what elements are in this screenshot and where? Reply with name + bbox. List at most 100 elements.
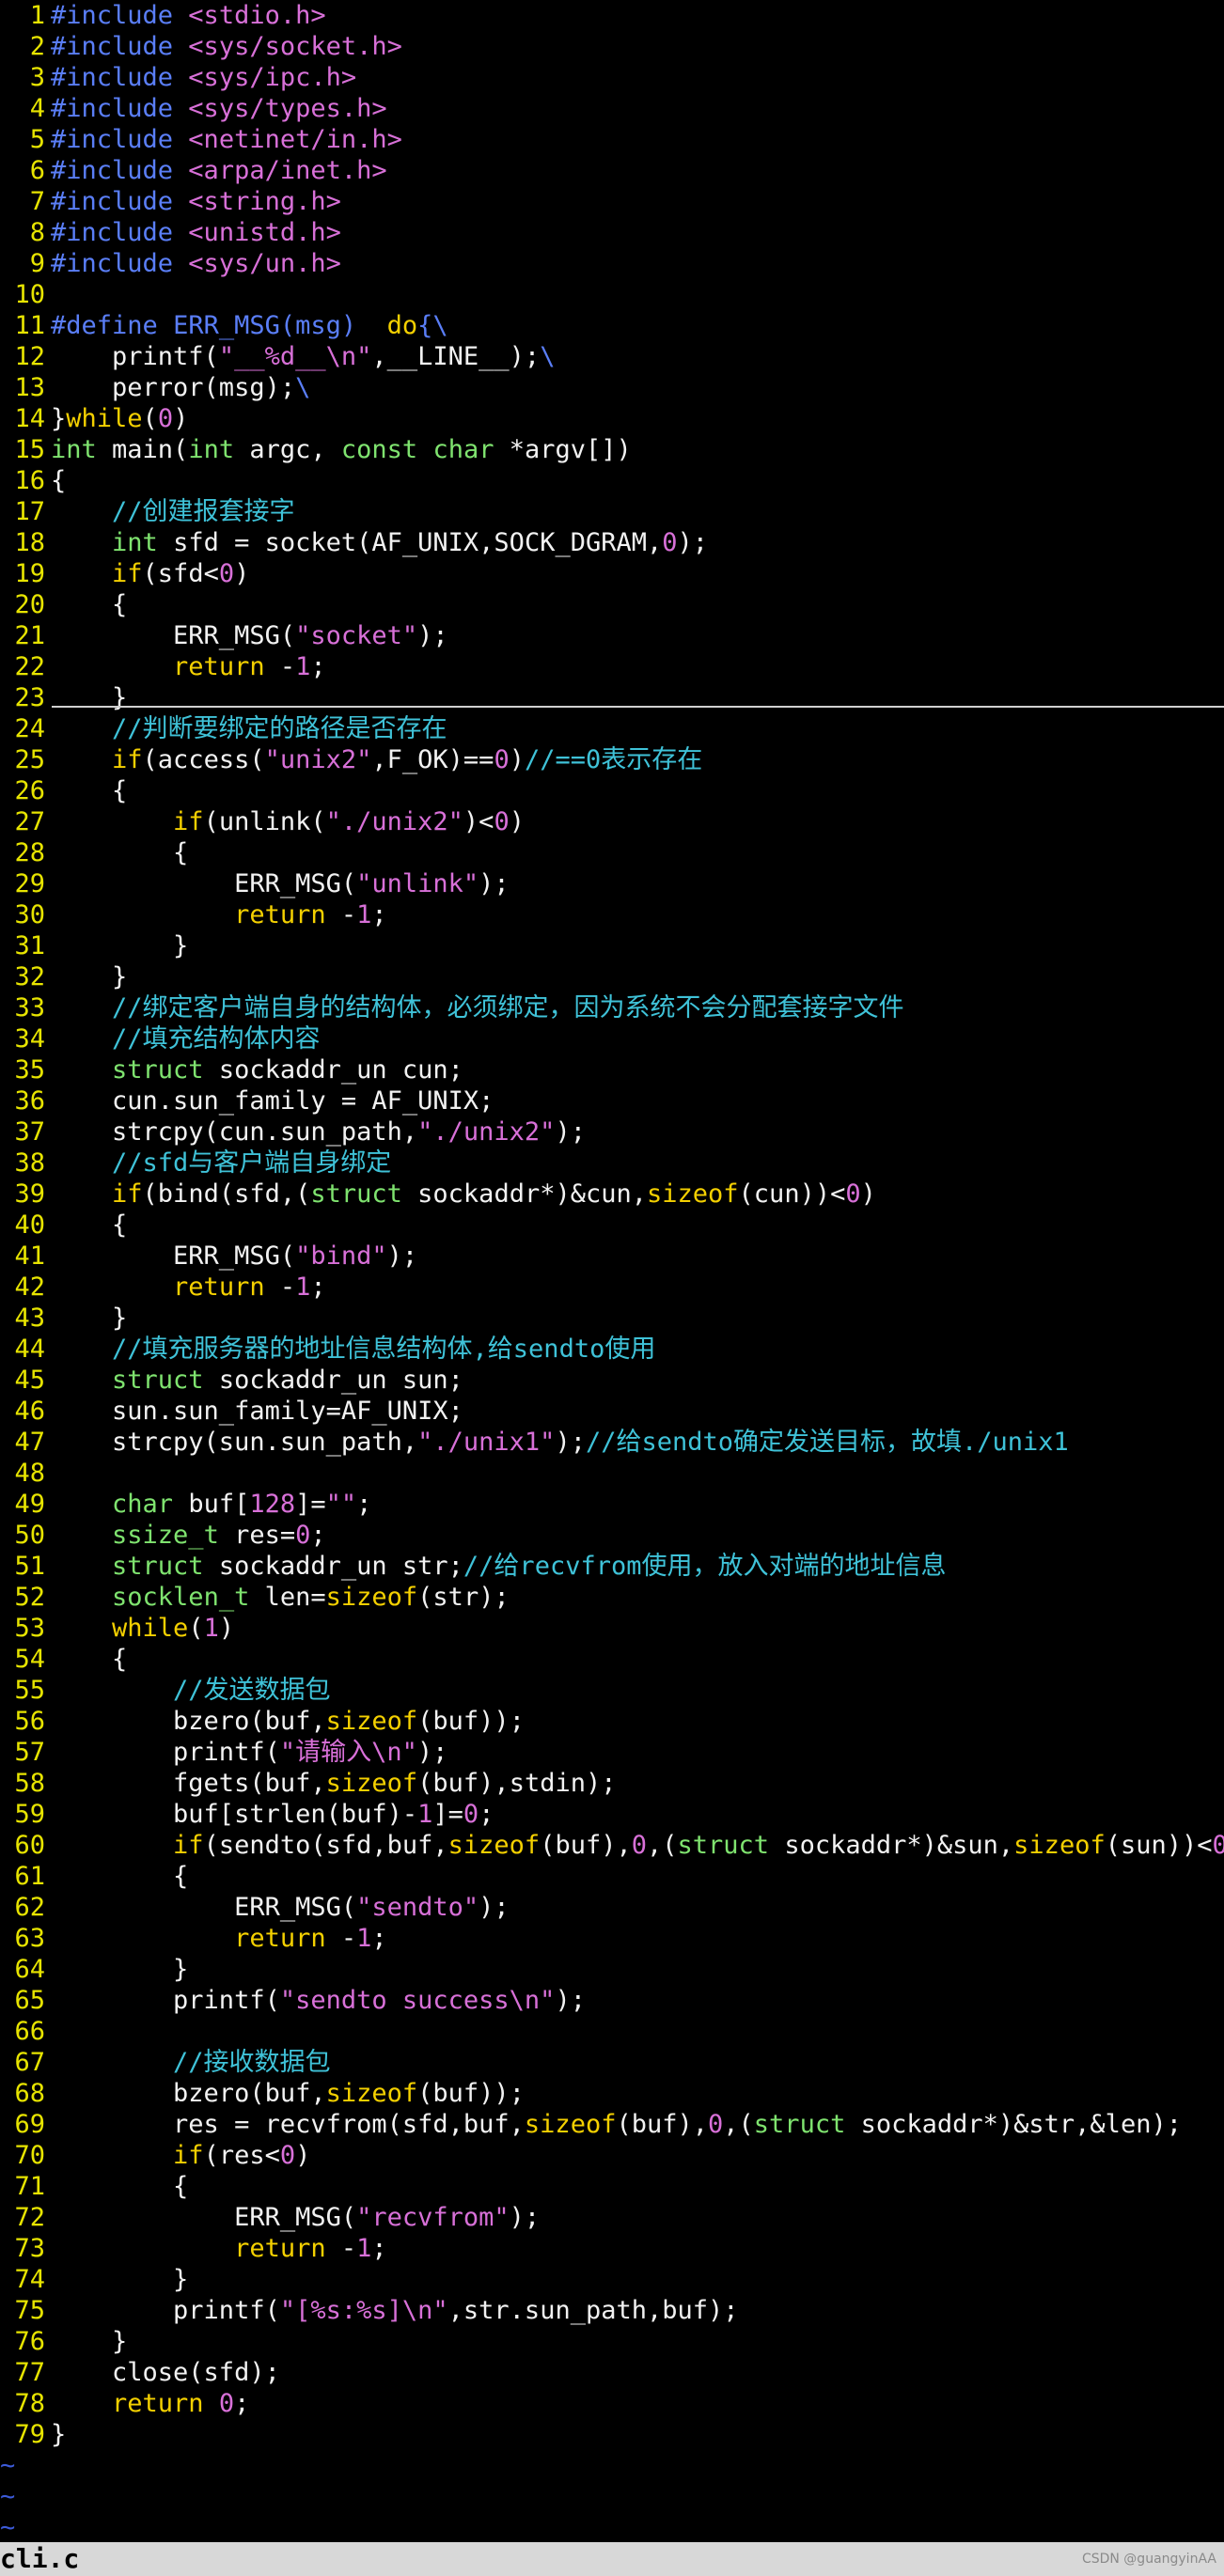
code-line[interactable]: 49 char buf[128]=""; xyxy=(0,1489,371,1520)
code-line[interactable]: 37 strcpy(cun.sun_path,"./unix2"); xyxy=(0,1116,585,1147)
code-line[interactable]: 12 printf("__%d__\n",__LINE__);\ xyxy=(0,341,555,372)
code-text: { xyxy=(51,1862,189,1891)
code-line[interactable]: 38 //sfd与客户端自身绑定 xyxy=(0,1147,391,1179)
code-line[interactable]: 57 printf("请输入\n"); xyxy=(0,1737,447,1768)
code-text: #include <sys/socket.h> xyxy=(51,32,402,61)
code-line[interactable]: 56 bzero(buf,sizeof(buf)); xyxy=(0,1706,524,1737)
code-line[interactable]: 7 #include <string.h> xyxy=(0,186,341,217)
code-line[interactable]: 28 { xyxy=(0,837,188,868)
code-line[interactable]: 9 #include <sys/un.h> xyxy=(0,248,341,279)
code-line[interactable]: 21 ERR_MSG("socket"); xyxy=(0,620,447,651)
code-line[interactable]: 51 struct sockaddr_un str;//给recvfrom使用，… xyxy=(0,1551,946,1582)
code-line[interactable]: 29 ERR_MSG("unlink"); xyxy=(0,868,509,899)
code-line[interactable]: 50 ssize_t res=0; xyxy=(0,1520,325,1551)
code-line[interactable]: 14}while(0) xyxy=(0,403,188,434)
code-line[interactable]: 59 buf[strlen(buf)-1]=0; xyxy=(0,1799,494,1830)
line-number: 29 xyxy=(14,869,45,898)
line-number: 50 xyxy=(14,1521,45,1550)
code-line[interactable]: 70 if(res<0) xyxy=(0,2140,310,2171)
code-line[interactable]: 17 //创建报套接字 xyxy=(0,496,294,527)
code-line[interactable]: 4 #include <sys/types.h> xyxy=(0,93,387,124)
code-line[interactable]: 58 fgets(buf,sizeof(buf),stdin); xyxy=(0,1768,616,1799)
line-number: 49 xyxy=(14,1490,45,1519)
code-line[interactable]: 16{ xyxy=(0,465,66,496)
code-line[interactable]: 22 return -1; xyxy=(0,651,326,682)
code-line[interactable]: 36 cun.sun_family = AF_UNIX; xyxy=(0,1085,494,1116)
code-line[interactable]: 2 #include <sys/socket.h> xyxy=(0,31,402,62)
code-line[interactable]: 13 perror(msg);\ xyxy=(0,372,310,403)
code-line[interactable]: 42 return -1; xyxy=(0,1272,325,1303)
line-number: 33 xyxy=(14,993,45,1023)
code-line[interactable]: 52 socklen_t len=sizeof(str); xyxy=(0,1582,509,1613)
code-line[interactable]: 43 } xyxy=(0,1303,127,1334)
code-line[interactable]: 72 ERR_MSG("recvfrom"); xyxy=(0,2202,540,2233)
code-line[interactable]: 60 if(sendto(sfd,buf,sizeof(buf),0,(stru… xyxy=(0,1830,1224,1861)
code-line[interactable]: 10 xyxy=(0,279,51,310)
line-number: 24 xyxy=(14,714,45,743)
code-line[interactable]: 48 xyxy=(0,1458,51,1489)
code-text: } xyxy=(51,1955,189,1984)
code-line[interactable]: 63 return -1; xyxy=(0,1923,386,1954)
code-line[interactable]: 19 if(sfd<0) xyxy=(0,558,249,589)
code-text: //绑定客户端自身的结构体，必须绑定，因为系统不会分配套接字文件 xyxy=(112,993,904,1023)
code-line[interactable]: 66 xyxy=(0,2016,51,2047)
code-line[interactable]: 41 ERR_MSG("bind"); xyxy=(0,1241,417,1272)
code-line[interactable]: 27 if(unlink("./unix2")<0) xyxy=(0,806,524,837)
line-number: 71 xyxy=(14,2172,45,2201)
code-line[interactable]: 73 return -1; xyxy=(0,2233,386,2264)
code-line[interactable]: 53 while(1) xyxy=(0,1613,234,1644)
code-line[interactable]: 33 //绑定客户端自身的结构体，必须绑定，因为系统不会分配套接字文件 xyxy=(0,992,904,1023)
code-line[interactable]: 75 printf("[%s:%s]\n",str.sun_path,buf); xyxy=(0,2295,738,2326)
code-line[interactable]: 68 bzero(buf,sizeof(buf)); xyxy=(0,2078,524,2109)
cursor-line-indicator xyxy=(52,706,1224,708)
code-text: #define ERR_MSG(msg) do{\ xyxy=(51,311,448,340)
code-line[interactable]: 34 //填充结构体内容 xyxy=(0,1023,320,1054)
code-line[interactable]: 39 if(bind(sfd,(struct sockaddr*)&cun,si… xyxy=(0,1179,875,1210)
code-line[interactable]: 45 struct sockaddr_un sun; xyxy=(0,1365,463,1396)
code-line[interactable]: 18 int sfd = socket(AF_UNIX,SOCK_DGRAM,0… xyxy=(0,527,708,558)
code-line[interactable]: 69 res = recvfrom(sfd,buf,sizeof(buf),0,… xyxy=(0,2109,1181,2140)
code-line[interactable]: 30 return -1; xyxy=(0,899,386,930)
code-line[interactable]: 76 } xyxy=(0,2326,127,2357)
code-line[interactable]: 61 { xyxy=(0,1861,188,1892)
code-line[interactable]: 71 { xyxy=(0,2171,188,2202)
code-line[interactable]: 67 //接收数据包 xyxy=(0,2047,331,2078)
code-line[interactable]: 64 } xyxy=(0,1954,188,1985)
code-line[interactable]: 26 { xyxy=(0,775,127,806)
code-text: } xyxy=(51,2420,67,2449)
code-line[interactable]: 62 ERR_MSG("sendto"); xyxy=(0,1892,509,1923)
code-text: ERR_MSG("recvfrom"); xyxy=(51,2203,541,2232)
code-text: printf("sendto success\n"); xyxy=(51,1986,586,2015)
code-line[interactable]: 44 //填充服务器的地址信息结构体,给sendto使用 xyxy=(0,1334,655,1365)
code-line[interactable]: 1 #include <stdio.h> xyxy=(0,0,326,31)
code-line[interactable]: 79} xyxy=(0,2419,66,2450)
code-line[interactable]: 24 //判断要绑定的路径是否存在 xyxy=(0,713,447,744)
code-line[interactable]: 5 #include <netinet/in.h> xyxy=(0,124,402,155)
code-line[interactable]: 54 { xyxy=(0,1644,127,1675)
code-line[interactable]: 40 { xyxy=(0,1210,127,1241)
code-line[interactable]: 6 #include <arpa/inet.h> xyxy=(0,155,387,186)
code-line[interactable]: 78 return 0; xyxy=(0,2388,249,2419)
code-line[interactable]: 65 printf("sendto success\n"); xyxy=(0,1985,586,2016)
code-line[interactable]: 35 struct sockaddr_un cun; xyxy=(0,1054,463,1085)
code-line[interactable]: 3 #include <sys/ipc.h> xyxy=(0,62,356,93)
code-line[interactable]: 15 int main(int argc, const char *argv[]) xyxy=(0,434,631,465)
code-line[interactable]: 25 if(access("unix2",F_OK)==0)//==0表示存在 xyxy=(0,744,702,775)
code-text: //接收数据包 xyxy=(173,2048,331,2077)
code-line[interactable]: 32 } xyxy=(0,961,127,992)
code-line[interactable]: 31 } xyxy=(0,930,188,961)
code-text: { xyxy=(51,2172,189,2201)
code-line[interactable]: 20 { xyxy=(0,589,127,620)
code-text: return -1; xyxy=(173,652,326,681)
code-line[interactable]: 77 close(sfd); xyxy=(0,2357,279,2388)
code-text: #include <unistd.h> xyxy=(51,218,341,247)
code-line[interactable]: 23 } xyxy=(0,682,127,713)
code-line[interactable]: 74 } xyxy=(0,2264,188,2295)
code-line[interactable]: 46 sun.sun_family=AF_UNIX; xyxy=(0,1396,463,1427)
code-editor[interactable]: 1 #include <stdio.h> 2 #include <sys/socket… xyxy=(0,0,1224,2542)
code-line[interactable]: 8 #include <unistd.h> xyxy=(0,217,341,248)
code-text: { xyxy=(51,1210,128,1240)
code-line[interactable]: 47 strcpy(sun.sun_path,"./unix1");//给sen… xyxy=(0,1427,1068,1458)
code-line[interactable]: 11 #define ERR_MSG(msg) do{\ xyxy=(0,310,448,341)
code-line[interactable]: 55 //发送数据包 xyxy=(0,1675,330,1706)
